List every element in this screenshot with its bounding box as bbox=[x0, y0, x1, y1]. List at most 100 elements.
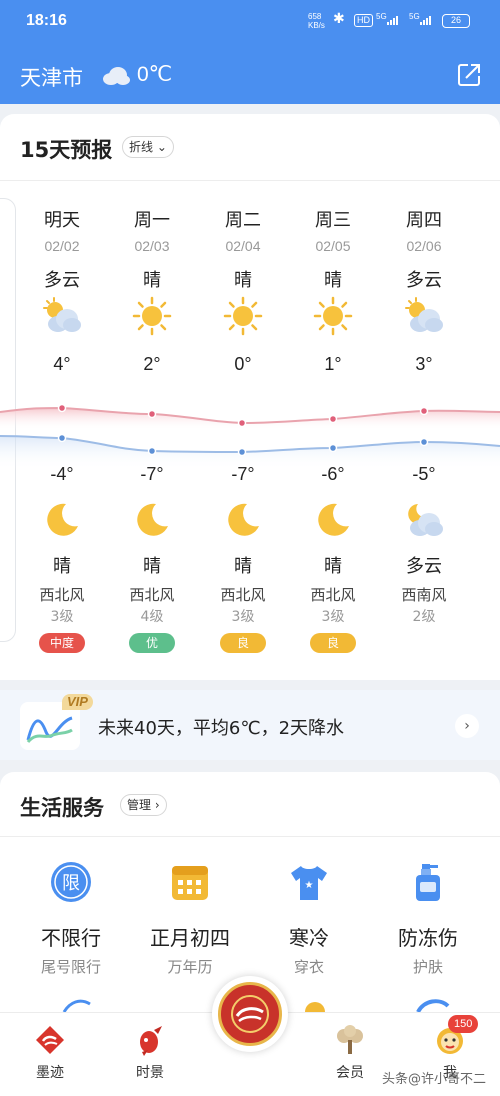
high-temperature: 2° bbox=[143, 354, 161, 374]
aqi-badge: 良 bbox=[310, 633, 356, 653]
life-services-title: 生活服务 bbox=[20, 796, 104, 820]
vip-forecast-banner[interactable]: VIP 未来40天，平均6℃，2天降水 › bbox=[0, 690, 500, 760]
aqi-badge: 优 bbox=[129, 633, 175, 653]
wind-level: 2级 bbox=[412, 609, 436, 625]
high-temperature: 3° bbox=[415, 354, 433, 374]
cloud-icon bbox=[102, 66, 130, 90]
day-label: 明天 bbox=[44, 210, 80, 231]
net-speed: 658 KB/s bbox=[308, 12, 325, 30]
service-name: 防冻伤 bbox=[398, 926, 458, 950]
moon-icon bbox=[313, 500, 353, 540]
status-bar: 18:16 658 KB/s ✱ HD 5G 5G 26 bbox=[0, 0, 500, 44]
date-label: 02/02 bbox=[44, 238, 80, 254]
center-emblem-icon bbox=[218, 982, 282, 1046]
partial-row-icon bbox=[416, 999, 450, 1012]
day-label: 周二 bbox=[225, 210, 261, 231]
limit-icon: 限 bbox=[49, 860, 93, 904]
moji-icon bbox=[34, 1024, 66, 1056]
night-condition: 晴 bbox=[234, 556, 252, 577]
day-label: 周三 bbox=[315, 210, 351, 231]
wind-direction: 西南风 bbox=[401, 586, 447, 604]
signal-bars-1-icon bbox=[387, 16, 398, 25]
wind-direction: 西北风 bbox=[39, 586, 85, 604]
partly-cloudy-icon bbox=[404, 296, 444, 336]
night-condition: 晴 bbox=[53, 556, 71, 577]
sun-icon bbox=[313, 296, 353, 336]
service-sub: 穿衣 bbox=[293, 958, 324, 976]
manage-button[interactable]: 管理 › bbox=[120, 794, 167, 816]
signal-bars-2-icon bbox=[420, 16, 431, 25]
wind-level: 4级 bbox=[140, 609, 164, 625]
svg-text:限: 限 bbox=[62, 873, 80, 894]
hd-badge: HD bbox=[354, 14, 373, 27]
aqi-badge: 良 bbox=[220, 633, 266, 653]
top-bar: 18:16 658 KB/s ✱ HD 5G 5G 26 天津市 0℃ bbox=[0, 0, 500, 104]
city-name[interactable]: 天津市 bbox=[20, 62, 83, 92]
date-label: 02/06 bbox=[406, 238, 442, 254]
tab-label: 墨迹 bbox=[36, 1065, 64, 1081]
date-label: 02/04 bbox=[225, 238, 261, 254]
partial-row-icon bbox=[305, 1002, 325, 1012]
temperature-curve bbox=[0, 403, 500, 470]
date-label: 02/05 bbox=[315, 238, 351, 254]
share-icon[interactable] bbox=[456, 62, 482, 92]
wind-direction: 西北风 bbox=[129, 586, 175, 604]
watermark-text: 头条@许小哥不二 bbox=[382, 1072, 487, 1087]
night-condition: 晴 bbox=[324, 556, 342, 577]
wind-direction: 西北风 bbox=[220, 586, 266, 604]
moon-icon bbox=[42, 500, 82, 540]
forecast-divider bbox=[0, 180, 500, 181]
status-time: 18:16 bbox=[26, 12, 67, 29]
signal-label-2: 5G bbox=[409, 12, 420, 21]
high-temperature: 4° bbox=[53, 354, 71, 374]
moon-icon bbox=[132, 500, 172, 540]
day-condition: 晴 bbox=[143, 270, 161, 291]
chart-mode-label: 折线 bbox=[129, 140, 154, 154]
service-sub: 护肤 bbox=[412, 958, 443, 976]
wind-level: 3级 bbox=[231, 609, 255, 625]
svg-text:★: ★ bbox=[305, 880, 314, 891]
service-name: 寒冷 bbox=[289, 926, 329, 950]
sun-icon bbox=[132, 296, 172, 336]
day-label: 周 bbox=[472, 206, 500, 232]
day-condition: 多云 bbox=[406, 270, 442, 291]
partly-cloudy-icon bbox=[42, 296, 82, 336]
forecast-title: 15天预报 bbox=[20, 138, 113, 162]
wind-direction: 西北风 bbox=[310, 586, 356, 604]
wind-level: 3级 bbox=[321, 609, 345, 625]
manage-label: 管理 bbox=[127, 798, 152, 812]
day-condition: 多云 bbox=[44, 270, 80, 291]
center-action-button[interactable] bbox=[212, 976, 288, 1052]
service-sub: 万年历 bbox=[167, 958, 213, 976]
tab-label: 会员 bbox=[336, 1065, 364, 1081]
vip-forecast-text: 未来40天，平均6℃，2天降水 bbox=[98, 718, 345, 739]
day-label: 周四 bbox=[406, 210, 442, 231]
battery-icon: 26 bbox=[442, 14, 470, 28]
day-condition: 晴 bbox=[234, 270, 252, 291]
life-divider bbox=[0, 836, 500, 837]
notification-badge: 150 bbox=[448, 1015, 479, 1033]
wind-level: 3级 bbox=[50, 609, 74, 625]
service-name: 正月初四 bbox=[150, 926, 230, 950]
current-temperature: 0℃ bbox=[137, 63, 173, 86]
day-label: 周一 bbox=[134, 210, 170, 231]
app-header: 天津市 0℃ bbox=[0, 52, 500, 98]
calendar-icon bbox=[168, 860, 212, 904]
tree-icon bbox=[334, 1024, 366, 1056]
chart-mode-toggle[interactable]: 折线 ⌄ bbox=[122, 136, 174, 158]
bluetooth-icon: ✱ bbox=[333, 11, 345, 27]
night-condition: 多云 bbox=[406, 556, 442, 577]
day-condition: 晴 bbox=[324, 270, 342, 291]
date-label: 02/03 bbox=[134, 238, 170, 254]
high-temperature: 1° bbox=[324, 354, 342, 374]
sun-icon bbox=[223, 296, 263, 336]
vip-tag: VIP bbox=[62, 694, 93, 710]
service-name: 不限行 bbox=[41, 926, 101, 950]
tab-label: 时景 bbox=[136, 1065, 164, 1081]
chevron-right-icon[interactable]: › bbox=[455, 714, 479, 738]
lotion-icon bbox=[406, 860, 450, 904]
service-sub: 尾号限行 bbox=[40, 958, 101, 976]
high-temperature: 0° bbox=[234, 354, 252, 374]
moon-icon bbox=[223, 500, 263, 540]
night-condition: 晴 bbox=[143, 556, 161, 577]
